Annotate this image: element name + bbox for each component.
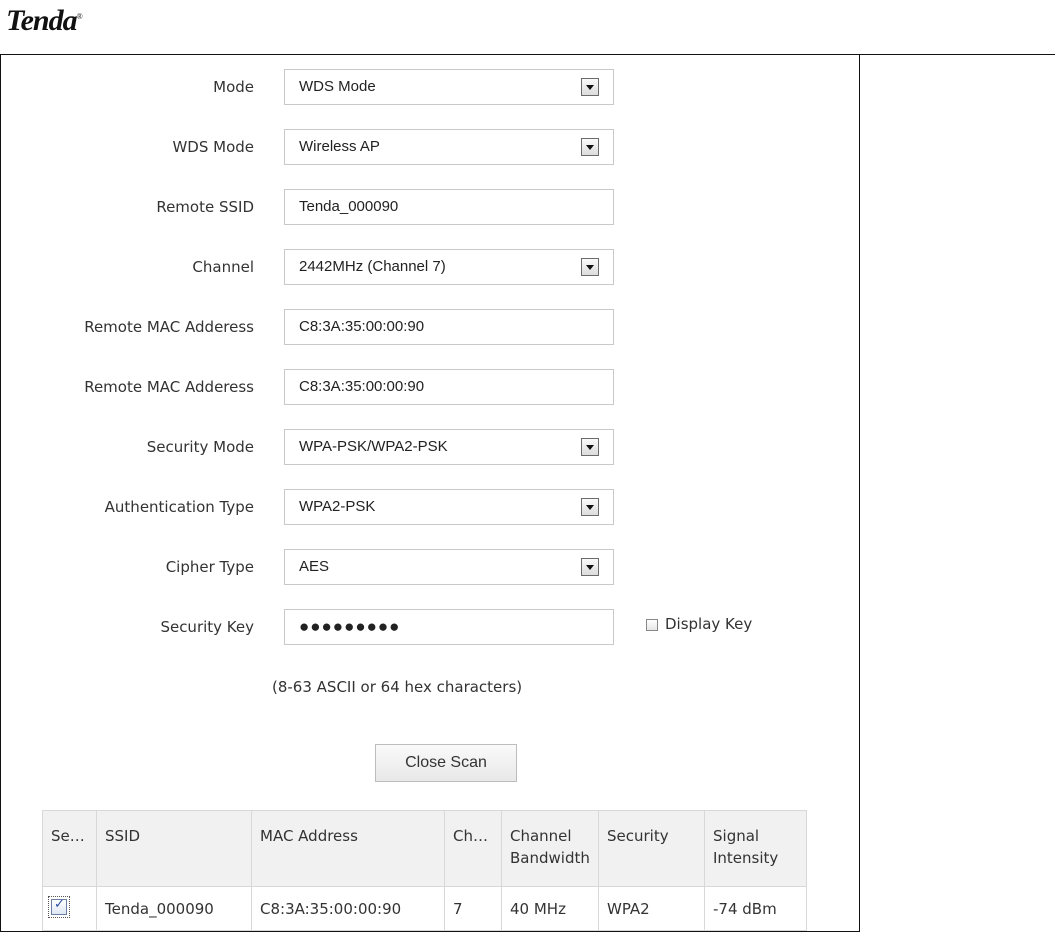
tenda-logo: Tenda® bbox=[6, 4, 83, 37]
row-channel: 7 bbox=[444, 886, 502, 931]
wds-mode-label: WDS Mode bbox=[172, 138, 254, 156]
mode-label: Mode bbox=[213, 78, 254, 96]
security-mode-label: Security Mode bbox=[146, 438, 254, 456]
mode-select-value: WDS Mode bbox=[299, 78, 376, 95]
row-select-checkbox[interactable] bbox=[48, 895, 70, 918]
chevron-down-icon[interactable] bbox=[581, 558, 599, 576]
chevron-down-icon[interactable] bbox=[581, 498, 599, 516]
chevron-down-icon[interactable] bbox=[581, 138, 599, 156]
mode-select[interactable]: WDS Mode bbox=[284, 69, 614, 105]
cipher-type-label: Cipher Type bbox=[165, 558, 254, 576]
security-mode-select-value: WPA-PSK/WPA2-PSK bbox=[299, 438, 448, 455]
chevron-down-icon[interactable] bbox=[581, 78, 599, 96]
wds-mode-select-value: Wireless AP bbox=[299, 138, 380, 155]
column-header-bandwidth: Channel Bandwidth bbox=[501, 810, 599, 887]
column-header-security: Security bbox=[598, 810, 705, 887]
chevron-down-icon[interactable] bbox=[581, 438, 599, 456]
remote-ssid-label: Remote SSID bbox=[156, 198, 254, 216]
column-header-channel: Ch… bbox=[444, 810, 502, 887]
column-header-select: Se… bbox=[42, 810, 97, 887]
cipher-type-select[interactable]: AES bbox=[284, 549, 614, 585]
row-security: WPA2 bbox=[598, 886, 705, 931]
column-header-ssid: SSID bbox=[96, 810, 252, 887]
column-header-mac: MAC Address bbox=[251, 810, 445, 887]
close-scan-button[interactable]: Close Scan bbox=[375, 744, 517, 782]
display-key-checkbox[interactable] bbox=[646, 618, 658, 631]
table-row[interactable]: Tenda_000090 C8:3A:35:00:00:90 7 40 MHz … bbox=[42, 886, 807, 931]
cipher-type-select-value: AES bbox=[299, 558, 330, 575]
wds-mode-select[interactable]: Wireless AP bbox=[284, 129, 614, 165]
auth-type-label: Authentication Type bbox=[104, 498, 254, 516]
row-bandwidth: 40 MHz bbox=[501, 886, 599, 931]
remote-mac-label-1: Remote MAC Adderess bbox=[84, 318, 254, 336]
security-key-input[interactable]: ●●●●●●●●● bbox=[284, 609, 614, 645]
remote-mac-input-1[interactable]: C8:3A:35:00:00:90 bbox=[284, 309, 614, 345]
chevron-down-icon[interactable] bbox=[581, 258, 599, 276]
security-key-label: Security Key bbox=[160, 618, 254, 636]
display-key-toggle[interactable]: Display Key bbox=[646, 614, 752, 634]
key-format-hint: (8-63 ASCII or 64 hex characters) bbox=[272, 678, 523, 696]
channel-select[interactable]: 2442MHz (Channel 7) bbox=[284, 249, 614, 285]
table-header-row: Se… SSID MAC Address Ch… Channel Bandwid… bbox=[42, 810, 807, 887]
remote-ssid-input[interactable]: Tenda_000090 bbox=[284, 189, 614, 225]
row-signal: -74 dBm bbox=[704, 886, 807, 931]
auth-type-select[interactable]: WPA2-PSK bbox=[284, 489, 614, 525]
remote-mac-label-2: Remote MAC Adderess bbox=[84, 378, 254, 396]
row-ssid: Tenda_000090 bbox=[96, 886, 252, 931]
auth-type-select-value: WPA2-PSK bbox=[299, 498, 376, 515]
column-header-signal: Signal Intensity bbox=[704, 810, 807, 887]
row-mac: C8:3A:35:00:00:90 bbox=[251, 886, 445, 931]
scan-results-table: Se… SSID MAC Address Ch… Channel Bandwid… bbox=[42, 810, 807, 931]
row-select-cell[interactable] bbox=[42, 886, 97, 931]
channel-select-value: 2442MHz (Channel 7) bbox=[299, 258, 446, 275]
remote-mac-input-2[interactable]: C8:3A:35:00:00:90 bbox=[284, 369, 614, 405]
display-key-label: Display Key bbox=[665, 615, 753, 633]
security-mode-select[interactable]: WPA-PSK/WPA2-PSK bbox=[284, 429, 614, 465]
channel-label: Channel bbox=[192, 258, 254, 276]
